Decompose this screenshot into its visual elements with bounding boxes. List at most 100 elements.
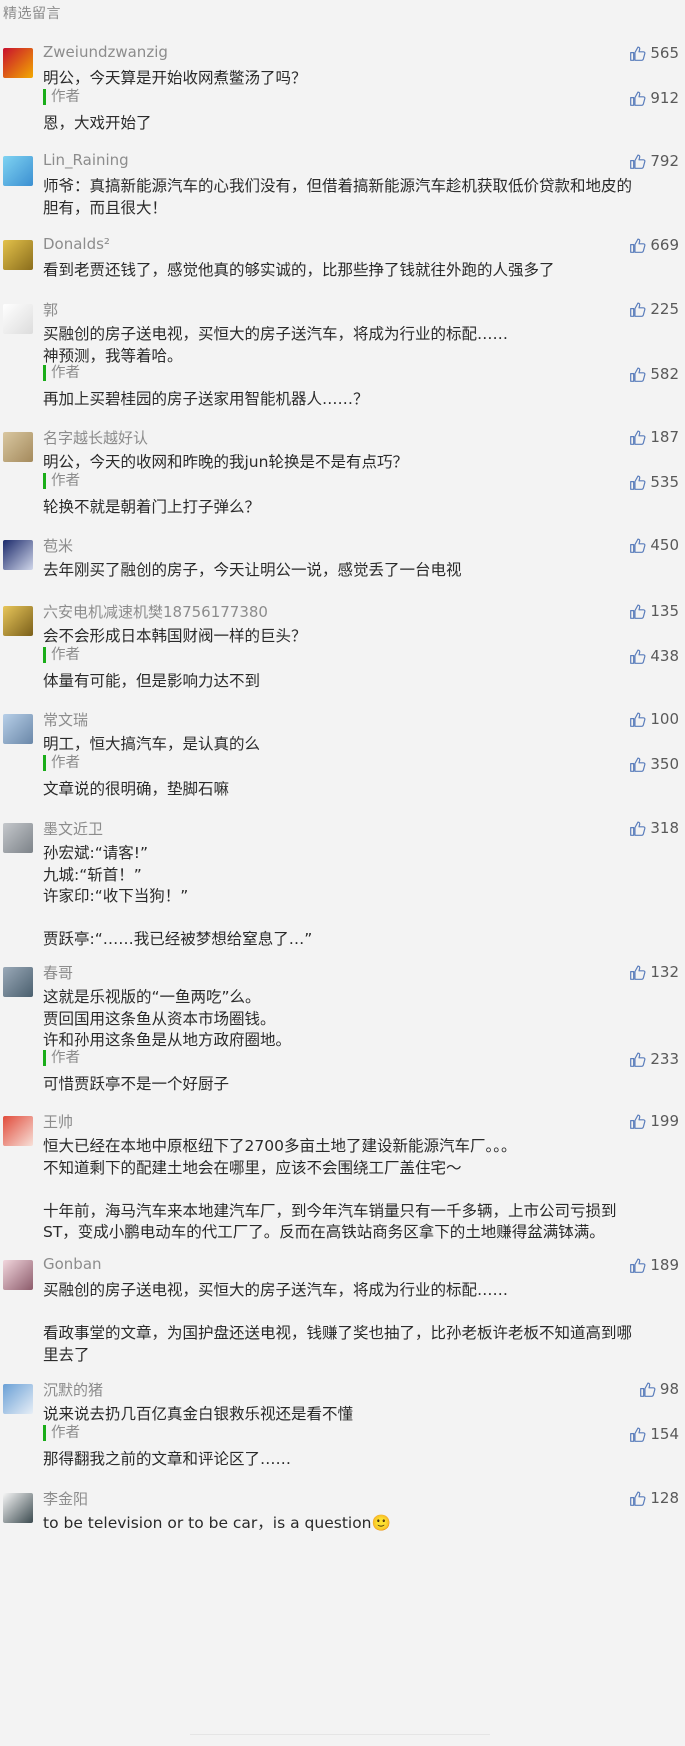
comment-text-line — [43, 1302, 663, 1324]
reply-content: 体量有可能，但是影响力达不到 — [43, 671, 663, 693]
thumbs-up-icon — [629, 648, 646, 665]
thumbs-up-icon — [629, 474, 646, 491]
like-button[interactable]: 187 — [629, 428, 679, 446]
reply-like-button[interactable]: 438 — [629, 647, 679, 665]
user-avatar[interactable] — [3, 1260, 33, 1290]
comment-text-line: 体量有可能，但是影响力达不到 — [43, 672, 261, 690]
comment-text-line: 这就是乐视版的“一鱼两吃”么。 — [43, 988, 261, 1006]
like-button[interactable]: 225 — [629, 300, 679, 318]
author-label: 作者 — [43, 647, 80, 663]
like-count: 199 — [650, 1112, 679, 1130]
like-button[interactable]: 189 — [629, 1256, 679, 1274]
author-label: 作者 — [43, 89, 80, 105]
like-button[interactable]: 565 — [629, 44, 679, 62]
thumbs-up-icon — [629, 45, 646, 62]
user-avatar[interactable] — [3, 1116, 33, 1146]
comment-text-line: 胆有，而且很大！ — [43, 198, 168, 217]
like-count: 535 — [650, 473, 679, 491]
thumbs-up-icon — [629, 711, 646, 728]
like-count: 438 — [650, 647, 679, 665]
commenter-name: 苞米 — [43, 537, 74, 555]
reply-like-button[interactable]: 154 — [629, 1425, 679, 1443]
thumbs-up-icon — [629, 153, 646, 170]
user-avatar[interactable] — [3, 606, 33, 636]
user-avatar[interactable] — [3, 1384, 33, 1414]
user-avatar[interactable] — [3, 304, 33, 334]
like-button[interactable]: 98 — [639, 1380, 679, 1398]
like-count: 450 — [650, 536, 679, 554]
like-button[interactable]: 669 — [629, 236, 679, 254]
user-avatar[interactable] — [3, 714, 33, 744]
like-button[interactable]: 132 — [629, 963, 679, 981]
user-avatar[interactable] — [3, 432, 33, 462]
comment-text-line: 轮换不就是朝着门上打子弹么？ — [43, 498, 261, 516]
thumbs-up-icon — [629, 366, 646, 383]
like-button[interactable]: 100 — [629, 710, 679, 728]
commenter-name: 春哥 — [43, 964, 74, 982]
like-count: 132 — [650, 963, 679, 981]
comment-text-line: 去年刚买了融创的房子，今天让明公一说，感觉丢了一台电视 — [43, 561, 462, 579]
like-count: 350 — [650, 755, 679, 773]
reply-like-button[interactable]: 535 — [629, 473, 679, 491]
comment-text-line: 明工，恒大搞汽车，是认真的么 — [43, 735, 261, 753]
comment-text-line: to be television or to be car，is a quest… — [43, 1514, 391, 1532]
like-button[interactable]: 135 — [629, 602, 679, 620]
like-count: 128 — [650, 1489, 679, 1507]
comment-content: 这就是乐视版的“一鱼两吃”么。 贾回国用这条鱼从资本市场圈钱。 许和孙用这条鱼是从地… — [43, 987, 663, 1052]
like-count: 154 — [650, 1425, 679, 1443]
comment-text-line: 可惜贾跃亭不是一个好厨子 — [43, 1075, 230, 1093]
commenter-name: Zweiundzwanzig — [43, 43, 168, 61]
like-count: 912 — [650, 89, 679, 107]
thumbs-up-icon — [629, 964, 646, 981]
comment-content: 孙宏斌:“请客!” 九城:“斩首！” 许家印:“收下当狗！” 贾跃亭:“……我已经被梦… — [43, 843, 663, 951]
reply-content: 文章说的很明确，垫脚石嘛 — [43, 779, 663, 801]
like-count: 669 — [650, 236, 679, 254]
like-count: 792 — [650, 152, 679, 170]
commenter-name: 六安电机减速机樊18756177380 — [43, 603, 268, 621]
reply-like-button[interactable]: 233 — [629, 1050, 679, 1068]
thumbs-up-icon — [629, 1257, 646, 1274]
user-avatar[interactable] — [3, 967, 33, 997]
like-button[interactable]: 199 — [629, 1112, 679, 1130]
like-button[interactable]: 450 — [629, 536, 679, 554]
comment-content: 明工，恒大搞汽车，是认真的么 — [43, 734, 663, 756]
user-avatar[interactable] — [3, 1493, 33, 1523]
author-label: 作者 — [43, 755, 80, 771]
like-count: 582 — [650, 365, 679, 383]
comment-content: 明公，今天算是开始收网煮鳖汤了吗？ — [43, 68, 663, 90]
reply-content: 可惜贾跃亭不是一个好厨子 — [43, 1074, 663, 1096]
comment-text-line: 九城:“斩首！” — [43, 865, 142, 884]
reply-content: 轮换不就是朝着门上打子弹么？ — [43, 497, 663, 519]
reply-like-button[interactable]: 582 — [629, 365, 679, 383]
comment-text-line: 明公，今天算是开始收网煮鳖汤了吗？ — [43, 69, 307, 87]
reply-like-button[interactable]: 912 — [629, 89, 679, 107]
comment-text-line: 不知道剩下的配建土地会在哪里，应该不会围绕工厂盖住宅～ — [43, 1158, 462, 1177]
commenter-name: 墨文近卫 — [43, 820, 104, 838]
user-avatar[interactable] — [3, 240, 33, 270]
like-button[interactable]: 318 — [629, 819, 679, 837]
thumbs-up-icon — [629, 237, 646, 254]
user-avatar[interactable] — [3, 823, 33, 853]
thumbs-up-icon — [629, 429, 646, 446]
comment-text-line: 师爷：真搞新能源汽车的心我们没有，但借着搞新能源汽车趁机获取低价贷款和地皮的 — [43, 177, 633, 195]
comment-text-line: 里去了 — [43, 1345, 90, 1364]
comment-text-line: 看政事堂的文章，为国护盘还送电视，钱赚了奖也抽了，比孙老板许老板不知道高到哪 — [43, 1324, 633, 1342]
reply-content: 再加上买碧桂园的房子送家用智能机器人……？ — [43, 389, 663, 411]
reply-like-button[interactable]: 350 — [629, 755, 679, 773]
like-count: 189 — [650, 1256, 679, 1274]
commenter-name: 沉默的猪 — [43, 1381, 104, 1399]
like-button[interactable]: 128 — [629, 1489, 679, 1507]
comment-text-line: 说来说去扔几百亿真金白银救乐视还是看不懂 — [43, 1405, 354, 1423]
like-count: 187 — [650, 428, 679, 446]
user-avatar[interactable] — [3, 48, 33, 78]
commenter-name: 王帅 — [43, 1113, 74, 1131]
comment-text-line: 明公，今天的收网和昨晚的我jun轮换是不是有点巧？ — [43, 453, 408, 471]
commenter-name: Lin_Raining — [43, 151, 129, 169]
author-label: 作者 — [43, 1050, 80, 1066]
user-avatar[interactable] — [3, 156, 33, 186]
like-button[interactable]: 792 — [629, 152, 679, 170]
comment-text-line: 买融创的房子送电视，买恒大的房子送汽车，将成为行业的标配…… — [43, 325, 509, 343]
comment-text-line — [43, 908, 663, 930]
like-count: 135 — [650, 602, 679, 620]
user-avatar[interactable] — [3, 540, 33, 570]
